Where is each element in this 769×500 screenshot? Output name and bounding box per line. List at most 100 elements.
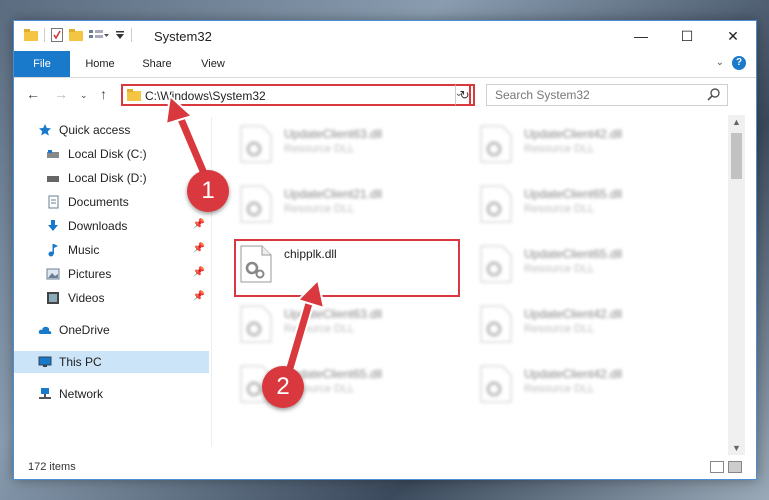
file-type: Resource DLL [524,263,595,275]
sidebar-item-local-disk-c[interactable]: Local Disk (C:) [14,143,209,165]
tab-view[interactable]: View [188,51,238,77]
refresh-icon: ↻ [459,88,470,102]
close-button[interactable]: ✕ [710,21,756,51]
tab-share[interactable]: Share [130,51,184,77]
sidebar-item-label: Quick access [59,123,131,137]
documents-icon [48,195,59,209]
file-type: Resource DLL [284,323,355,335]
sidebar-item-label: Local Disk (D:) [68,171,147,185]
refresh-button[interactable]: ↻ [455,84,475,106]
forward-arrow-icon[interactable]: → [54,86,68,102]
file-item[interactable]: UpdateClient42.dll Resource DLL [474,121,694,169]
file-item[interactable]: UpdateClient63.dll Resource DLL [234,301,454,349]
file-type: Resource DLL [524,383,595,395]
file-item[interactable]: UpdateClient65.dll Resource DLL [474,241,694,289]
properties-icon[interactable] [51,28,63,42]
search-placeholder: Search System32 [495,88,590,102]
file-name: UpdateClient65.dll [524,187,623,201]
minimize-button[interactable]: — [618,21,664,51]
details-view-icon[interactable] [710,461,724,473]
videos-icon [47,292,59,304]
file-type: Resource DLL [524,203,595,215]
dll-file-icon [480,185,512,223]
dll-file-icon [240,305,272,343]
file-item[interactable]: UpdateClient42.dll Resource DLL [474,361,694,409]
sidebar-item-label: Pictures [68,267,112,281]
address-bar[interactable]: C:\Windows\System32 ⌄ [121,84,471,106]
sidebar-item-pictures[interactable]: Pictures 📌 [14,263,209,285]
folder-icon [24,29,38,41]
search-icon [707,88,720,101]
sidebar-item-videos[interactable]: Videos 📌 [14,287,209,309]
pin-icon[interactable]: 📌 [193,291,205,302]
sidebar-item-documents[interactable]: Documents 📌 [14,191,209,213]
callout-badge-1: 1 [187,170,229,212]
pin-icon[interactable]: 📌 [193,219,205,230]
pin-icon[interactable]: 📌 [193,267,205,278]
expand-ribbon-icon[interactable]: ⌄ [716,57,724,68]
star-icon [39,124,51,136]
sidebar-item-quick-access[interactable]: Quick access [14,119,209,141]
sidebar-item-local-disk-d[interactable]: Local Disk (D:) [14,167,209,189]
title-bar: System32 — ☐ ✕ [14,21,756,51]
dll-file-icon [480,305,512,343]
sidebar-item-this-pc[interactable]: This PC [14,351,209,373]
quick-access-toolbar [24,28,132,42]
file-type: Resource DLL [524,323,595,335]
dll-file-icon [240,125,272,163]
file-name: UpdateClient65.dll [524,247,623,261]
search-box[interactable]: Search System32 [486,84,728,106]
up-arrow-icon[interactable]: ↑ [100,86,107,102]
file-name: UpdateClient21.dll [284,187,383,201]
sidebar-item-network[interactable]: Network [14,383,209,405]
sidebar-item-label: Local Disk (C:) [68,147,147,161]
file-type: Resource DLL [284,143,355,155]
navigation-bar: ← → ⌄ ↑ C:\Windows\System32 ⌄ ↻ Search S… [14,78,756,112]
sidebar-item-label: OneDrive [59,323,110,337]
dll-file-icon [240,185,272,223]
cloud-icon [38,326,52,334]
scrollbar-thumb[interactable] [731,133,742,179]
item-count: 172 items [28,461,76,473]
recent-locations-icon[interactable]: ⌄ [80,90,88,101]
drive-icon [47,150,59,158]
large-icons-view-icon[interactable] [728,461,742,473]
back-arrow-icon[interactable]: ← [26,86,40,102]
navigation-pane: Quick access Local Disk (C:) Local Disk … [14,117,209,447]
help-button[interactable]: ? [732,56,746,70]
drive-icon [47,176,59,182]
file-name: UpdateClient42.dll [524,127,623,141]
tab-file[interactable]: File [14,51,70,77]
file-type: Resource DLL [284,203,355,215]
file-type: Resource DLL [524,143,595,155]
scroll-up-icon[interactable]: ▲ [732,117,741,127]
dll-file-icon [480,245,512,283]
sidebar-item-music[interactable]: Music 📌 [14,239,209,261]
file-item[interactable]: UpdateClient21.dll Resource DLL [234,181,454,229]
downloads-icon [48,220,58,231]
music-icon [48,244,58,257]
pictures-icon [46,268,60,280]
new-folder-icon[interactable] [69,29,83,41]
file-name: UpdateClient63.dll [284,307,383,321]
tab-home[interactable]: Home [74,51,126,77]
window-title: System32 [154,29,212,44]
scroll-down-icon[interactable]: ▼ [732,443,741,453]
sidebar-item-label: This PC [59,355,102,369]
view-options-icon[interactable] [89,29,109,41]
pane-divider[interactable] [211,117,212,447]
customize-toolbar-icon[interactable] [115,30,125,40]
pin-icon[interactable]: 📌 [193,243,205,254]
callout-badge-2: 2 [262,366,304,408]
sidebar-item-label: Videos [68,291,105,305]
maximize-button[interactable]: ☐ [664,21,710,51]
folder-icon [127,89,141,101]
sidebar-item-label: Downloads [68,219,128,233]
sidebar-item-downloads[interactable]: Downloads 📌 [14,215,209,237]
file-highlight-box [234,239,460,297]
vertical-scrollbar[interactable]: ▲ ▼ [728,115,745,455]
file-item[interactable]: UpdateClient42.dll Resource DLL [474,301,694,349]
sidebar-item-onedrive[interactable]: OneDrive [14,319,209,341]
file-item[interactable]: UpdateClient63.dll Resource DLL [234,121,454,169]
file-item[interactable]: UpdateClient65.dll Resource DLL [474,181,694,229]
